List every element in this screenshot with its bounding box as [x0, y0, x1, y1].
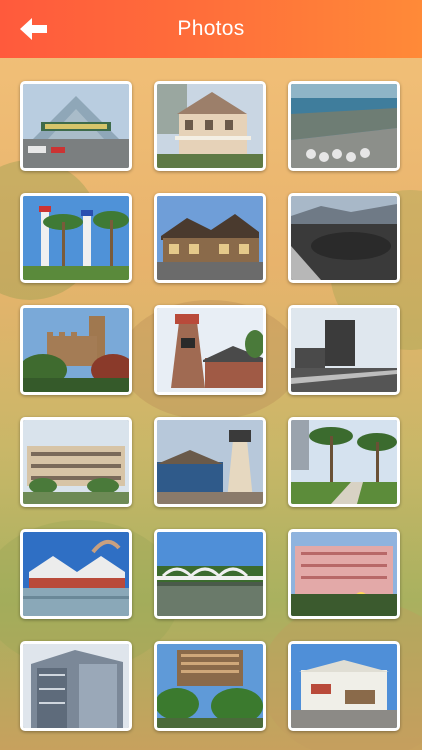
photo-office-tower-street[interactable] — [288, 305, 400, 395]
photo-pink-hotel[interactable] — [288, 529, 400, 619]
app-header: Photos — [0, 0, 422, 58]
photo-port-aerial[interactable] — [288, 81, 400, 171]
back-button[interactable] — [14, 14, 54, 44]
photo-castle-tower[interactable] — [20, 305, 132, 395]
photo-palm-path[interactable] — [288, 417, 400, 507]
photo-lodge-building[interactable] — [154, 193, 266, 283]
photo-white-bridge[interactable] — [154, 529, 266, 619]
photo-crater-landscape[interactable] — [288, 193, 400, 283]
page-title: Photos — [177, 17, 245, 40]
photo-casino-hotel[interactable] — [154, 641, 266, 731]
photo-lighthouse-harbor[interactable] — [154, 417, 266, 507]
photo-sail-canopy[interactable] — [20, 529, 132, 619]
photo-glass-pyramid[interactable] — [20, 81, 132, 171]
photo-beach-shop[interactable] — [288, 641, 400, 731]
arrow-left-icon — [20, 18, 47, 40]
photo-grid — [20, 81, 400, 731]
photo-office-building[interactable] — [20, 417, 132, 507]
photo-modern-highrise[interactable] — [20, 641, 132, 731]
photo-palm-towers[interactable] — [20, 193, 132, 283]
photo-lighthouse-restaurant[interactable] — [154, 305, 266, 395]
photo-victorian-house[interactable] — [154, 81, 266, 171]
